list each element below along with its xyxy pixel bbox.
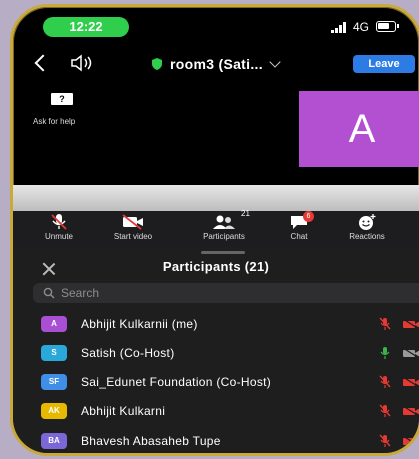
status-bar: 12:22 4G xyxy=(13,7,419,41)
tool-label: Unmute xyxy=(44,232,73,241)
participant-name: Abhijit Kulkarnii (me) xyxy=(81,317,198,331)
participant-name: Satish (Co-Host) xyxy=(81,346,175,360)
mic-off-icon xyxy=(51,214,67,230)
participant-count: 21 xyxy=(241,209,250,218)
tool-label: Reactions xyxy=(349,232,385,241)
back-button[interactable] xyxy=(31,53,51,73)
sheet-grab-handle[interactable] xyxy=(201,251,245,254)
chat-button[interactable]: 6 Chat xyxy=(279,211,319,247)
share-button[interactable]: S xyxy=(413,211,419,247)
share-icon xyxy=(415,213,419,231)
participant-row[interactable]: AK Abhijit Kulkarni xyxy=(13,400,419,422)
speaker-button[interactable] xyxy=(69,53,105,73)
mic-on-icon xyxy=(380,347,390,359)
participant-row[interactable]: SF Sai_Edunet Foundation (Co-Host) xyxy=(13,371,419,393)
meeting-title: room3 (Sati... xyxy=(170,56,263,72)
video-off-icon xyxy=(402,377,419,387)
speaker-icon xyxy=(71,54,92,72)
avatar: S xyxy=(41,345,67,361)
mic-muted-icon xyxy=(379,434,391,447)
participants-icon xyxy=(213,215,235,229)
ask-help-icon[interactable]: ? xyxy=(51,93,73,105)
video-off-icon xyxy=(402,319,419,329)
meeting-toolbar: Unmute Start video 21 Participants 6 Cha… xyxy=(13,209,419,247)
unmute-button[interactable]: Unmute xyxy=(37,211,81,247)
shield-icon xyxy=(152,58,162,70)
tool-label: Participants xyxy=(203,232,245,241)
meeting-title-dropdown[interactable]: room3 (Sati... xyxy=(151,54,281,74)
participants-panel: Participants (21) A Abhijit Kulkarnii (me… xyxy=(13,247,419,453)
avatar: BA xyxy=(41,433,67,449)
start-video-button[interactable]: Start video xyxy=(101,211,165,247)
video-off-icon xyxy=(122,214,143,230)
signal-icon xyxy=(331,21,349,33)
avatar: SF xyxy=(41,374,67,390)
search-box[interactable] xyxy=(33,283,419,303)
search-icon xyxy=(43,287,55,299)
participant-row[interactable]: A Abhijit Kulkarnii (me) xyxy=(13,313,419,335)
battery-icon xyxy=(376,21,399,32)
reactions-button[interactable]: Reactions xyxy=(337,211,397,247)
tool-label: Start video xyxy=(113,232,153,241)
video-preview-strip xyxy=(13,185,419,211)
mic-muted-icon xyxy=(379,375,391,388)
phone-frame: 12:22 4G room3 (Sati... Leave ? Ask for … xyxy=(10,4,419,456)
home-indicator xyxy=(159,453,285,456)
video-off-icon xyxy=(402,436,419,446)
participants-title: Participants (21) xyxy=(162,259,270,274)
participant-name: Bhavesh Abasaheb Tupe xyxy=(81,434,221,448)
network-type: 4G xyxy=(353,20,370,34)
tool-label: Chat xyxy=(290,232,308,241)
search-input[interactable] xyxy=(61,286,419,300)
participant-name: Abhijit Kulkarni xyxy=(81,404,166,418)
chevron-down-icon xyxy=(269,55,281,68)
leave-button[interactable]: Leave xyxy=(353,55,415,73)
ask-help-label[interactable]: Ask for help xyxy=(33,117,75,126)
reactions-icon xyxy=(359,214,376,230)
participant-row[interactable]: S Satish (Co-Host) xyxy=(13,342,419,364)
avatar: A xyxy=(41,316,67,332)
participants-button[interactable]: 21 Participants xyxy=(189,209,259,247)
video-off-icon xyxy=(402,348,419,358)
meeting-header: room3 (Sati... Leave xyxy=(13,47,419,79)
mic-muted-icon xyxy=(379,317,391,330)
tool-label: S xyxy=(413,232,419,241)
mic-muted-icon xyxy=(379,404,391,417)
participant-row[interactable]: BA Bhavesh Abasaheb Tupe xyxy=(13,430,419,452)
speaker-avatar-tile[interactable]: A xyxy=(299,91,419,167)
participant-name: Sai_Edunet Foundation (Co-Host) xyxy=(81,375,272,389)
status-time: 12:22 xyxy=(43,17,129,37)
avatar: AK xyxy=(41,403,67,419)
video-off-icon xyxy=(402,406,419,416)
chat-unread-badge: 6 xyxy=(303,211,314,222)
